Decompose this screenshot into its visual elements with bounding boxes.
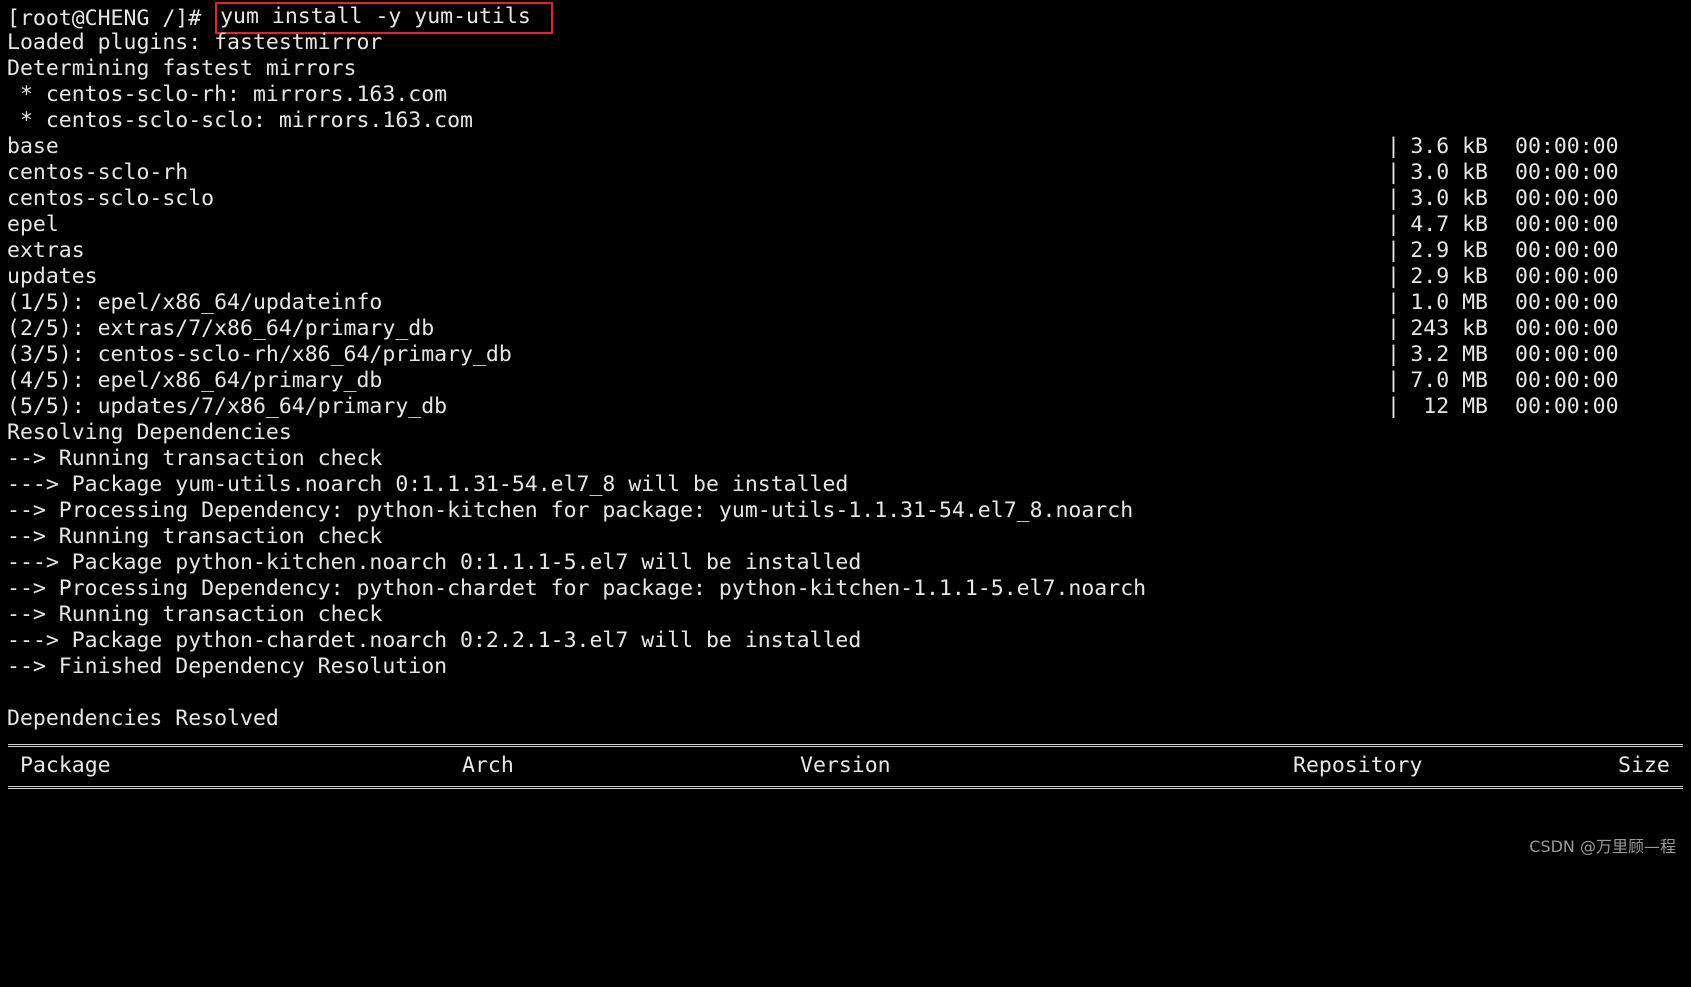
output-line: Determining fastest mirrors	[7, 56, 357, 81]
repo-name: (2/5): extras/7/x86_64/primary_db	[7, 316, 435, 341]
repo-name: centos-sclo-rh	[7, 160, 189, 185]
repo-time: 00:00:00	[1515, 342, 1619, 367]
repo-row: centos-sclo-rh | 3.0 kB 00:00:00	[0, 160, 1691, 186]
repo-name: extras	[7, 238, 85, 263]
double-rule-bottom	[8, 786, 1683, 791]
repo-name: (3/5): centos-sclo-rh/x86_64/primary_db	[7, 342, 512, 367]
repo-size: 2.9 kB	[1410, 238, 1488, 263]
repo-row: (1/5): epel/x86_64/updateinfo | 1.0 MB 00:0…	[0, 290, 1691, 316]
repo-name: epel	[7, 212, 59, 237]
repo-size: 2.9 kB	[1410, 264, 1488, 289]
repo-time: 00:00:00	[1515, 238, 1619, 263]
shell-prompt: [root@CHENG /]#	[7, 6, 215, 31]
output-line: --> Finished Dependency Resolution	[7, 654, 448, 679]
repo-row: centos-sclo-sclo | 3.0 kB 00:00:00	[0, 186, 1691, 212]
repo-size: 1.0 MB	[1410, 290, 1488, 315]
repo-row: extras | 2.9 kB 00:00:00	[0, 238, 1691, 264]
package-table-header: Package Arch Version Repository Size	[0, 749, 1691, 783]
header-arch: Arch	[462, 753, 514, 778]
repo-size: 4.7 kB	[1410, 212, 1488, 237]
repo-row: base | 3.6 kB 00:00:00	[0, 134, 1691, 160]
repo-name: updates	[7, 264, 98, 289]
separator: |	[1387, 238, 1400, 263]
terminal-window[interactable]: [root@CHENG /]# yum install -y yum-utils…	[0, 0, 1691, 865]
repo-row: epel | 4.7 kB 00:00:00	[0, 212, 1691, 238]
output-line: ---> Package python-kitchen.noarch 0:1.1…	[7, 550, 862, 575]
repo-size: 3.2 MB	[1410, 342, 1488, 367]
repo-row: (4/5): epel/x86_64/primary_db | 7.0 MB 00:0…	[0, 368, 1691, 394]
header-size: Size	[1618, 753, 1670, 778]
separator: |	[1387, 394, 1400, 419]
repo-size: 3.6 kB	[1410, 134, 1488, 159]
output-line: * centos-sclo-sclo: mirrors.163.com	[7, 108, 473, 133]
separator: |	[1387, 368, 1400, 393]
output-line: ---> Package yum-utils.noarch 0:1.1.31-5…	[7, 472, 849, 497]
repo-size: 3.0 kB	[1410, 160, 1488, 185]
output-line: --> Running transaction check	[7, 446, 383, 471]
output-line: --> Processing Dependency: python-kitche…	[7, 498, 1134, 523]
repo-row: (2/5): extras/7/x86_64/primary_db | 243 kB…	[0, 316, 1691, 342]
repo-name: (5/5): updates/7/x86_64/primary_db	[7, 394, 448, 419]
repo-time: 00:00:00	[1515, 316, 1619, 341]
output-line: --> Processing Dependency: python-charde…	[7, 576, 1147, 601]
output-line: ---> Package python-chardet.noarch 0:2.2…	[7, 628, 862, 653]
output-line: * centos-sclo-rh: mirrors.163.com	[7, 82, 448, 107]
separator: |	[1387, 342, 1400, 367]
repo-row: (5/5): updates/7/x86_64/primary_db | 12 MB…	[0, 394, 1691, 420]
output-line: Dependencies Resolved	[7, 706, 279, 731]
repo-name: centos-sclo-sclo	[7, 186, 215, 211]
repo-name: (1/5): epel/x86_64/updateinfo	[7, 290, 383, 315]
separator: |	[1387, 134, 1400, 159]
resolution-output: Resolving Dependencies --> Running trans…	[0, 420, 1691, 732]
repo-time: 00:00:00	[1515, 186, 1619, 211]
separator: |	[1387, 290, 1400, 315]
repo-row: (3/5): centos-sclo-rh/x86_64/primary_db |…	[0, 342, 1691, 368]
header-package: Package	[20, 753, 111, 778]
repo-time: 00:00:00	[1515, 368, 1619, 393]
header-version: Version	[800, 753, 891, 778]
repo-name: base	[7, 134, 59, 159]
repo-name: (4/5): epel/x86_64/primary_db	[7, 368, 383, 393]
output-line: --> Running transaction check	[7, 602, 383, 627]
separator: |	[1387, 264, 1400, 289]
separator: |	[1387, 316, 1400, 341]
repo-time: 00:00:00	[1515, 212, 1619, 237]
separator: |	[1387, 186, 1400, 211]
repo-row: updates | 2.9 kB 00:00:00	[0, 264, 1691, 290]
repo-size: 243 kB	[1410, 316, 1488, 341]
repo-time: 00:00:00	[1515, 394, 1619, 419]
repo-size: 7.0 MB	[1410, 368, 1488, 393]
repo-size: 12 MB	[1423, 394, 1488, 419]
repo-time: 00:00:00	[1515, 134, 1619, 159]
header-repository: Repository	[1293, 753, 1423, 778]
repo-time: 00:00:00	[1515, 290, 1619, 315]
output-line: Resolving Dependencies	[7, 420, 292, 445]
output-line: Loaded plugins: fastestmirror	[7, 30, 383, 55]
separator: |	[1387, 160, 1400, 185]
repo-time: 00:00:00	[1515, 160, 1619, 185]
preamble-output: Loaded plugins: fastestmirror Determinin…	[0, 30, 1691, 134]
repo-size: 3.0 kB	[1410, 186, 1488, 211]
repo-time: 00:00:00	[1515, 264, 1619, 289]
csdn-watermark: CSDN @万里顾—程	[1529, 837, 1676, 856]
command-line: [root@CHENG /]# yum install -y yum-utils	[0, 2, 1691, 34]
output-line: --> Running transaction check	[7, 524, 383, 549]
repo-download-list: base | 3.6 kB 00:00:00 centos-sclo-rh | 3.0 k…	[0, 134, 1691, 420]
separator: |	[1387, 212, 1400, 237]
